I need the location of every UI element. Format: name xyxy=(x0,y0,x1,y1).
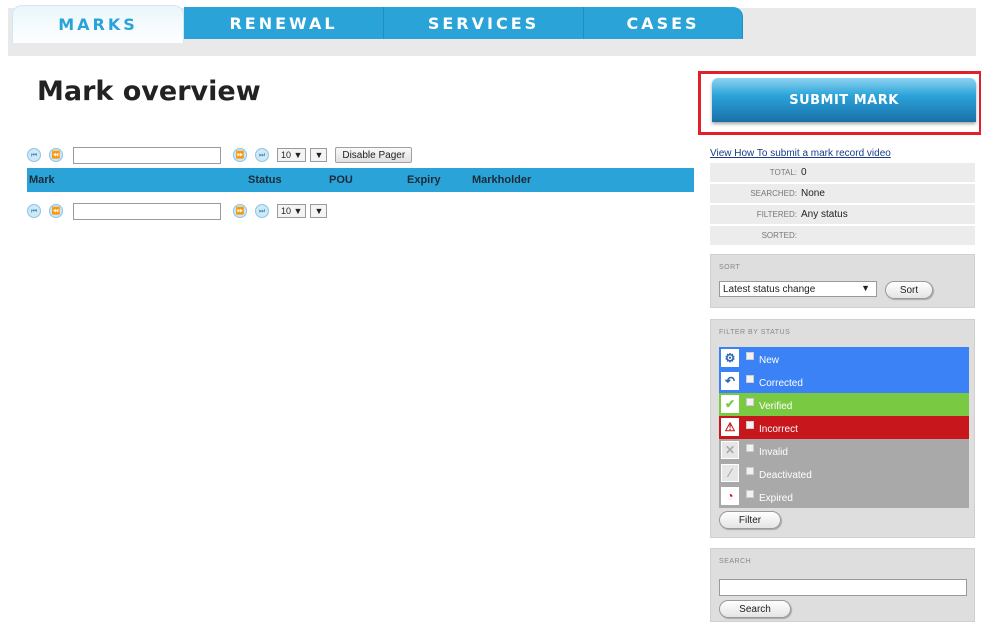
tab-cases[interactable]: CASES xyxy=(584,7,743,39)
filter-label: Corrected xyxy=(759,378,803,389)
video-link[interactable]: View How To submit a mark record video xyxy=(710,148,891,159)
chevron-down-icon: ▼ xyxy=(861,283,870,293)
undo-icon: ↶ xyxy=(721,372,739,390)
stat-key: SORTED: xyxy=(761,231,797,240)
search-panel: SEARCH Search xyxy=(710,548,975,622)
tab-label: CASES xyxy=(626,13,700,33)
next-page-icon[interactable]: ⏩ xyxy=(233,148,247,162)
stat-key: TOTAL: xyxy=(769,168,797,177)
filter-checkbox[interactable] xyxy=(746,444,754,452)
filter-heading: FILTER BY STATUS xyxy=(719,329,791,336)
filter-row-deactivated[interactable]: ⁄ Deactivated xyxy=(719,462,969,485)
tab-marks[interactable]: MARKS xyxy=(12,5,184,43)
page-size-select[interactable]: 10 ▼ xyxy=(277,204,307,218)
gear-icon: ⚙ xyxy=(721,349,739,367)
sort-selected: Latest status change xyxy=(723,283,816,295)
page-input[interactable] xyxy=(73,146,221,164)
filter-checkbox[interactable] xyxy=(746,398,754,406)
last-page-icon[interactable]: ⏭ xyxy=(255,204,269,218)
page-input[interactable] xyxy=(73,202,221,220)
filter-checkbox[interactable] xyxy=(746,421,754,429)
column-markholder[interactable]: Markholder xyxy=(472,174,531,186)
filter-row-verified[interactable]: ✔ Verified xyxy=(719,393,969,416)
last-page-icon[interactable]: ⏭ xyxy=(255,148,269,162)
first-page-icon[interactable]: ⏮ xyxy=(27,204,41,218)
tab-label: SERVICES xyxy=(427,13,540,33)
tab-label: RENEWAL xyxy=(229,13,338,33)
search-button[interactable]: Search xyxy=(719,600,791,618)
filter-row-new[interactable]: ⚙ New xyxy=(719,347,969,370)
filter-label: Verified xyxy=(759,401,793,412)
column-pou[interactable]: POU xyxy=(329,174,353,186)
prev-page-icon[interactable]: ⏪ xyxy=(49,204,63,218)
column-mark[interactable]: Mark xyxy=(29,174,55,186)
sort-button[interactable]: Sort xyxy=(885,281,933,299)
warning-icon: ⚠ xyxy=(721,418,739,436)
filter-row-incorrect[interactable]: ⚠ Incorrect xyxy=(719,416,969,439)
filter-checkbox[interactable] xyxy=(746,375,754,383)
tab-services[interactable]: SERVICES xyxy=(384,7,584,39)
chevron-down-icon[interactable]: ▼ xyxy=(310,204,328,218)
disable-pager-button[interactable]: Disable Pager xyxy=(335,147,413,163)
tab-renewal[interactable]: RENEWAL xyxy=(184,7,384,39)
filter-button[interactable]: Filter xyxy=(719,511,781,529)
sort-heading: SORT xyxy=(719,264,741,271)
filter-row-expired[interactable]: ◔ Expired xyxy=(719,485,969,508)
slash-icon: ⁄ xyxy=(721,464,739,482)
filter-row-corrected[interactable]: ↶ Corrected xyxy=(719,370,969,393)
chevron-down-icon[interactable]: ▼ xyxy=(310,148,328,162)
stat-value: 0 xyxy=(801,167,807,178)
filter-label: Expired xyxy=(759,493,793,504)
first-page-icon[interactable]: ⏮ xyxy=(27,148,41,162)
clock-icon: ◔ xyxy=(721,487,739,505)
next-page-icon[interactable]: ⏩ xyxy=(233,204,247,218)
filter-row-invalid[interactable]: ✕ Invalid xyxy=(719,439,969,462)
column-status[interactable]: Status xyxy=(248,174,282,186)
x-icon: ✕ xyxy=(721,441,739,459)
check-icon: ✔ xyxy=(721,395,739,413)
page-size-value: 10 xyxy=(281,150,292,160)
stat-value: Any status xyxy=(801,209,848,220)
table-header: Mark Status POU Expiry Markholder xyxy=(27,168,694,192)
filter-label: Deactivated xyxy=(759,470,812,481)
pager-top: ⏮ ⏪ ⏩ ⏭ 10 ▼ ▼ Disable Pager xyxy=(27,146,413,164)
filter-label: New xyxy=(759,355,780,366)
tab-label: MARKS xyxy=(58,15,138,34)
filter-checkbox[interactable] xyxy=(746,467,754,475)
stat-key: SEARCHED: xyxy=(750,189,797,198)
search-heading: SEARCH xyxy=(719,558,752,565)
filter-checkbox[interactable] xyxy=(746,352,754,360)
filter-checkbox[interactable] xyxy=(746,490,754,498)
stat-total: TOTAL: 0 xyxy=(710,163,975,183)
prev-page-icon[interactable]: ⏪ xyxy=(49,148,63,162)
page-size-value: 10 xyxy=(281,206,292,216)
stat-sorted: SORTED: xyxy=(710,226,975,246)
pager-bottom: ⏮ ⏪ ⏩ ⏭ 10 ▼ ▼ xyxy=(27,202,331,220)
stat-key: FILTERED: xyxy=(756,210,797,219)
filter-label: Incorrect xyxy=(759,424,798,435)
filter-label: Invalid xyxy=(759,447,788,458)
stat-value: None xyxy=(801,188,825,199)
search-input[interactable] xyxy=(719,579,967,596)
filter-panel: FILTER BY STATUS ⚙ New ↶ Corrected ✔ Ver… xyxy=(710,319,975,538)
stat-searched: SEARCHED: None xyxy=(710,184,975,204)
sort-select[interactable]: Latest status change ▼ xyxy=(719,281,877,297)
sort-panel: SORT Latest status change ▼ Sort xyxy=(710,254,975,308)
column-expiry[interactable]: Expiry xyxy=(407,174,441,186)
page-size-select[interactable]: 10 ▼ xyxy=(277,148,307,162)
stat-filtered: FILTERED: Any status xyxy=(710,205,975,225)
page-title: Mark overview xyxy=(37,76,261,107)
submit-mark-button[interactable]: SUBMIT MARK xyxy=(712,78,976,122)
